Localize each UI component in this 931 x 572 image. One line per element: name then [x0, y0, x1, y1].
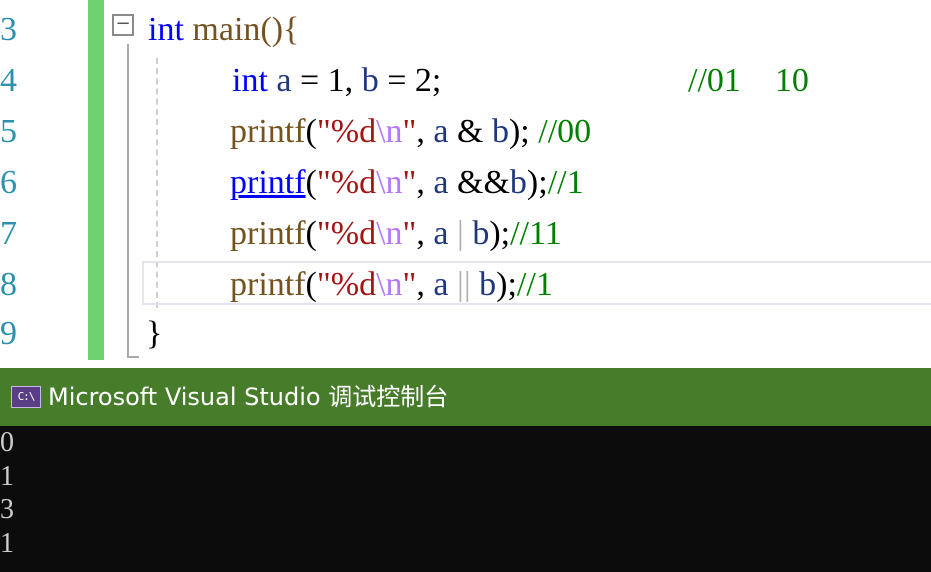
- variable-a: a: [433, 164, 449, 201]
- function-printf-link[interactable]: printf: [230, 164, 306, 201]
- string-literal: "%d: [316, 266, 377, 303]
- closing-brace: }: [146, 315, 163, 352]
- code-text: printf("%d\n", a || b);//1: [230, 266, 553, 303]
- code-line-5[interactable]: 5 printf("%d\n", a & b); //00: [0, 106, 931, 158]
- logical-or-operator: ||: [448, 266, 480, 303]
- function-printf: printf: [230, 113, 306, 150]
- function-main: main(){: [183, 11, 300, 48]
- console-titlebar[interactable]: C:\ Microsoft Visual Studio 调试控制台: [0, 368, 931, 426]
- code-editor[interactable]: − 3 int main(){ 4 int a = 1, b = 2; //01…: [0, 0, 931, 368]
- console-output-area[interactable]: 0 1 3 1: [0, 426, 931, 572]
- logical-and-operator: &&: [448, 164, 510, 201]
- console-output-line: 3: [0, 494, 14, 525]
- assign-2: = 2;: [378, 62, 442, 99]
- escape-sequence: \n: [376, 113, 403, 150]
- string-literal: "%d: [316, 164, 377, 201]
- line-number: 9: [0, 315, 17, 352]
- function-printf: printf: [230, 215, 306, 252]
- escape-sequence: \n: [376, 164, 403, 201]
- escape-sequence: \n: [376, 215, 403, 252]
- bitwise-or-operator: |: [448, 215, 473, 252]
- keyword-int: int: [148, 11, 184, 48]
- line-number: 6: [0, 164, 17, 201]
- variable-a: a: [433, 113, 449, 150]
- keyword-int: int: [232, 62, 268, 99]
- code-line-7[interactable]: 7 printf("%d\n", a | b);//11: [0, 208, 931, 260]
- comment: //1: [547, 164, 584, 201]
- line-number: 3: [0, 11, 17, 48]
- code-line-6[interactable]: 6 printf("%d\n", a &&b);//1: [0, 157, 931, 209]
- code-text: int main(){: [148, 4, 299, 56]
- variable-a: a: [276, 62, 292, 99]
- line-number: 7: [0, 215, 17, 252]
- line-number: 4: [0, 62, 17, 99]
- string-literal: "%d: [316, 113, 377, 150]
- comment: //01 10: [688, 62, 809, 99]
- code-line-9[interactable]: 9 }: [0, 308, 931, 360]
- console-output-line: 0: [0, 427, 14, 458]
- comment: //11: [510, 215, 562, 252]
- variable-a: a: [433, 215, 449, 252]
- code-text: printf("%d\n", a | b);//11: [230, 215, 562, 252]
- line-number: 5: [0, 113, 17, 150]
- variable-b: b: [361, 62, 379, 99]
- console-window-title: Microsoft Visual Studio 调试控制台: [48, 383, 449, 411]
- variable-a: a: [433, 266, 449, 303]
- console-output-line: 1: [0, 461, 14, 492]
- variable-b: b: [472, 215, 490, 252]
- code-text: int a = 1, b = 2;: [232, 55, 441, 107]
- string-literal: "%d: [316, 215, 377, 252]
- escape-sequence: \n: [376, 266, 403, 303]
- bitwise-and-operator: &: [448, 113, 492, 150]
- variable-b: b: [491, 113, 509, 150]
- console-output-line: 1: [0, 528, 14, 559]
- code-line-3[interactable]: 3 int main(){: [0, 4, 931, 56]
- code-text: printf("%d\n", a &&b);//1: [230, 164, 584, 201]
- comment: //00: [538, 113, 592, 150]
- variable-b: b: [479, 266, 497, 303]
- variable-b: b: [509, 164, 527, 201]
- function-printf: printf: [230, 266, 306, 303]
- assign-1: = 1,: [291, 62, 362, 99]
- console-app-icon: C:\: [11, 386, 41, 408]
- code-text: printf("%d\n", a & b); //00: [230, 113, 592, 150]
- code-line-4[interactable]: 4 int a = 1, b = 2; //01 10: [0, 55, 931, 107]
- code-line-8[interactable]: 8 printf("%d\n", a || b);//1: [0, 259, 931, 311]
- line-number: 8: [0, 266, 17, 303]
- comment: //1: [516, 266, 553, 303]
